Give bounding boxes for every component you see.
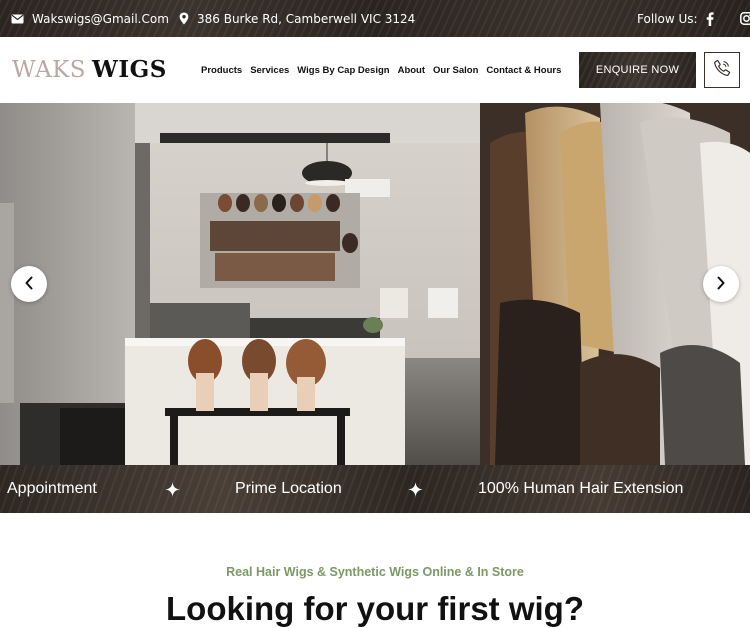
map-pin-icon xyxy=(179,12,189,25)
nav-services[interactable]: Services xyxy=(250,65,289,76)
enquire-now-button[interactable]: ENQUIRE NOW xyxy=(579,52,696,88)
logo[interactable]: WAKS WIGS xyxy=(12,56,167,83)
facebook-icon[interactable] xyxy=(706,11,714,26)
feature-human-hair: 100% Human Hair Extension xyxy=(478,480,684,497)
phone-icon xyxy=(713,59,731,81)
instagram-icon[interactable] xyxy=(739,12,750,25)
feature-appointment: Appointment xyxy=(7,480,97,497)
phone-button[interactable] xyxy=(704,52,740,88)
sparkle-icon xyxy=(408,465,423,513)
hero-slider xyxy=(0,103,750,465)
main-nav: Products Services Wigs By Cap Design Abo… xyxy=(201,37,569,103)
logo-text-waks[interactable]: WAKS xyxy=(12,57,86,83)
address-contact[interactable]: 386 Burke Rd, Camberwell VIC 3124 xyxy=(179,0,415,37)
logo-text-wigs[interactable]: WIGS xyxy=(92,56,167,83)
nav-about[interactable]: About xyxy=(398,65,425,76)
mannequins xyxy=(188,339,326,411)
salon-photo xyxy=(0,103,750,465)
section-headline: Looking for your first wig? xyxy=(166,590,584,627)
nav-products[interactable]: Products xyxy=(201,65,242,76)
chevron-left-icon xyxy=(24,275,34,294)
social-links: Follow Us: xyxy=(637,0,750,37)
envelope-icon xyxy=(11,14,24,24)
top-bar: Wakswigs@Gmail.Com 386 Burke Rd, Camberw… xyxy=(0,0,750,37)
sparkle-icon xyxy=(165,465,180,513)
email-contact[interactable]: Wakswigs@Gmail.Com xyxy=(11,0,169,37)
slider-next-button[interactable] xyxy=(703,266,739,302)
chevron-right-icon xyxy=(716,275,726,294)
site-header: WAKS WIGS Products Services Wigs By Cap D… xyxy=(0,37,750,103)
nav-wigs-by-cap-design[interactable]: Wigs By Cap Design xyxy=(297,65,389,76)
follow-label: Follow Us: xyxy=(637,11,698,26)
nav-our-salon[interactable]: Our Salon xyxy=(433,65,478,76)
nav-contact-hours[interactable]: Contact & Hours xyxy=(486,65,561,76)
section-subtitle: Real Hair Wigs & Synthetic Wigs Online &… xyxy=(226,565,524,579)
slider-prev-button[interactable] xyxy=(11,266,47,302)
email-text[interactable]: Wakswigs@Gmail.Com xyxy=(32,12,169,26)
features-strip: Appointment Prime Location 100% Human Ha… xyxy=(0,465,750,513)
address-text[interactable]: 386 Burke Rd, Camberwell VIC 3124 xyxy=(197,12,415,26)
feature-prime-location: Prime Location xyxy=(235,480,342,497)
